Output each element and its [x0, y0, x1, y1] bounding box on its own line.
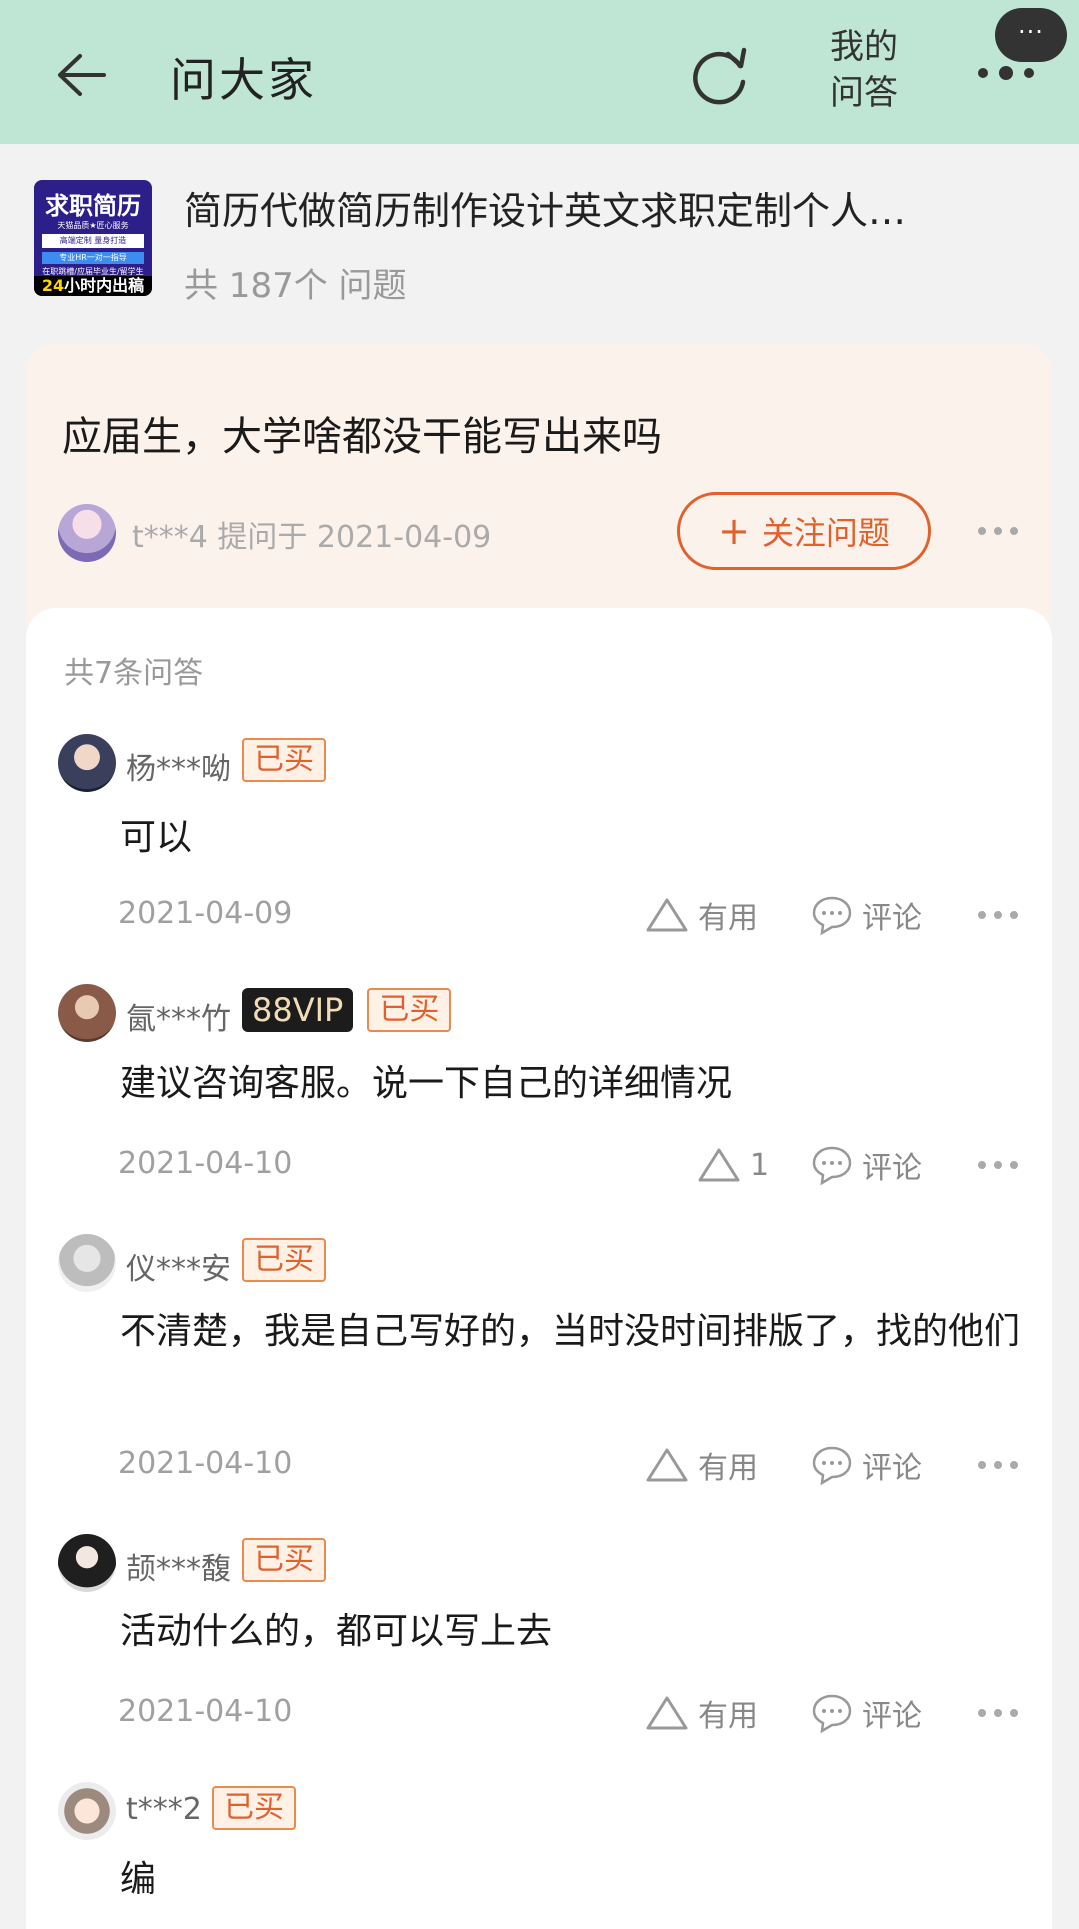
asker-avatar — [58, 504, 116, 562]
triangle-icon — [644, 1694, 690, 1732]
answer-date: 2021-04-10 — [118, 1694, 293, 1729]
more-menu-icon[interactable] — [975, 58, 1037, 88]
refresh-icon[interactable] — [682, 38, 756, 112]
useful-label: 有用 — [698, 1451, 758, 1486]
answer-text: 建议咨询客服。说一下自己的详细情况 — [120, 1063, 733, 1104]
answerer-name: t***2 — [126, 1792, 202, 1827]
useful-label: 有用 — [698, 1699, 758, 1734]
badge-row: 已买 — [242, 1238, 326, 1282]
answerer-name: 氤***竹 — [126, 1002, 231, 1037]
comment-label: 评论 — [862, 1451, 922, 1486]
avatar[interactable] — [58, 734, 116, 792]
purchased-badge: 已买 — [367, 988, 452, 1032]
thumb-hours: 24 — [41, 276, 65, 295]
product-title[interactable]: 简历代做简历制作设计英文求职定制个人… — [184, 180, 1004, 235]
answer-footer: 2021-04-09 有用 评论 — [26, 890, 1052, 940]
thumb-chip: 专业HR一对一指导 — [42, 252, 144, 264]
badge-row: 88VIP 已买 — [242, 988, 452, 1032]
plus-icon: + — [718, 509, 750, 553]
vip-badge: 88VIP — [242, 988, 354, 1032]
useful-count: 1 — [750, 1147, 770, 1183]
badge-row: 已买 — [242, 1538, 326, 1582]
comment-label: 评论 — [862, 1151, 922, 1186]
badge-row: 已买 — [212, 1786, 296, 1830]
triangle-icon — [644, 1446, 690, 1484]
answer-footer: 2021-04-10 1 评论 — [26, 1140, 1052, 1190]
thumb-title: 求职简历 — [45, 192, 141, 220]
purchased-badge: 已买 — [242, 1238, 326, 1282]
my-qa-line1: 我的 — [830, 27, 898, 67]
comment-bubble-icon — [810, 1144, 854, 1186]
comment-bubble-icon — [810, 1692, 854, 1734]
avatar[interactable] — [58, 984, 116, 1042]
page-title: 问大家 — [170, 53, 317, 107]
comment-bubble-icon — [810, 1444, 854, 1486]
comment-bubble-icon — [810, 894, 854, 936]
comment-button[interactable]: 评论 — [810, 890, 922, 940]
avatar[interactable] — [58, 1534, 116, 1592]
more-options-icon[interactable] — [976, 518, 1020, 544]
answer-date: 2021-04-10 — [118, 1146, 293, 1181]
question-count: 共 187个 问题 — [184, 266, 407, 306]
useful-label: 有用 — [698, 901, 758, 936]
answers-count: 共7条问答 — [64, 656, 204, 691]
purchased-badge: 已买 — [242, 738, 326, 782]
back-arrow-icon[interactable] — [50, 44, 112, 106]
answer-text: 编 — [120, 1859, 157, 1900]
answer-text: 不清楚，我是自己写好的，当时没时间排版了，找的他们 — [120, 1311, 1021, 1352]
product-thumbnail[interactable]: 求职简历 天猫品质★匠心服务 高端定制 量身打造 专业HR一对一指导 在职跳槽/… — [34, 180, 152, 296]
triangle-icon — [644, 896, 690, 934]
comment-button[interactable]: 评论 — [810, 1440, 922, 1490]
answer-text: 活动什么的，都可以写上去 — [120, 1611, 553, 1652]
avatar[interactable] — [58, 1234, 116, 1292]
triangle-icon — [696, 1146, 742, 1184]
comment-button[interactable]: 评论 — [810, 1140, 922, 1190]
badge-row: 已买 — [242, 738, 326, 782]
asker-meta: t***4 提问于 2021-04-09 — [132, 520, 492, 555]
my-qa-line2: 问答 — [830, 73, 898, 113]
comment-label: 评论 — [862, 1699, 922, 1734]
thumb-delivery: 24小时内出稿 — [34, 276, 152, 296]
more-options-icon[interactable] — [976, 902, 1020, 928]
more-options-icon[interactable] — [976, 1152, 1020, 1178]
thumb-chip: 高端定制 量身打造 — [42, 234, 144, 248]
useful-button[interactable]: 1 — [696, 1140, 769, 1190]
answer-footer: 2021-04-10 有用 评论 — [26, 1688, 1052, 1738]
answer-date: 2021-04-10 — [118, 1446, 293, 1481]
answer-date: 2021-04-09 — [118, 896, 293, 931]
more-options-icon[interactable] — [976, 1700, 1020, 1726]
my-qa-button[interactable]: 我的 问答 — [818, 24, 910, 116]
thumb-subtitle: 天猫品质★匠心服务 — [57, 221, 129, 230]
follow-label: 关注问题 — [761, 514, 890, 552]
answerer-name: 仪***安 — [126, 1252, 231, 1287]
useful-button[interactable]: 有用 — [644, 1688, 758, 1738]
follow-question-button[interactable]: + 关注问题 — [677, 492, 931, 570]
top-bar: 问大家 我的 问答 ··· — [0, 0, 1079, 144]
comment-label: 评论 — [862, 901, 922, 936]
answer-footer: 2021-04-10 有用 评论 — [26, 1440, 1052, 1490]
purchased-badge: 已买 — [242, 1538, 326, 1582]
answerer-name: 杨***呦 — [126, 752, 231, 787]
more-options-icon[interactable] — [976, 1452, 1020, 1478]
comment-button[interactable]: 评论 — [810, 1688, 922, 1738]
useful-button[interactable]: 有用 — [644, 890, 758, 940]
thumb-hours-suffix: 小时内出稿 — [64, 276, 145, 295]
question-text: 应届生，大学啥都没干能写出来吗 — [62, 414, 662, 460]
avatar[interactable] — [58, 1782, 116, 1840]
mini-program-menu-button[interactable]: ··· — [995, 8, 1067, 62]
purchased-badge: 已买 — [212, 1786, 296, 1830]
useful-button[interactable]: 有用 — [644, 1440, 758, 1490]
answer-text: 可以 — [120, 817, 193, 858]
answerer-name: 颉***馥 — [126, 1552, 231, 1587]
